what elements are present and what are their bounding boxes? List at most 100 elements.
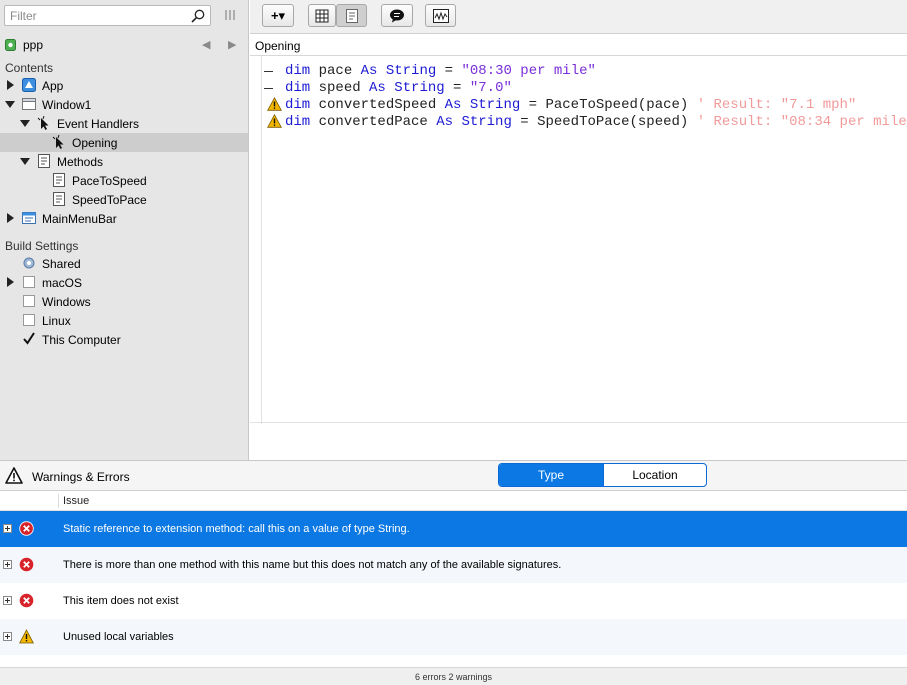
code-identifier: speed bbox=[310, 80, 370, 96]
issue-row[interactable]: Unused local variables bbox=[0, 619, 907, 655]
build-item-shared[interactable]: Shared bbox=[0, 254, 248, 273]
build-item-label: Windows bbox=[42, 295, 91, 309]
comment-button[interactable] bbox=[381, 4, 413, 27]
segment-type[interactable]: Type bbox=[499, 464, 603, 486]
issue-text: There is more than one method with this … bbox=[63, 559, 562, 571]
build-item-label: Shared bbox=[42, 257, 81, 271]
expand-plus-icon[interactable] bbox=[3, 632, 12, 641]
code-keyword: dim bbox=[285, 97, 311, 113]
project-icon bbox=[5, 39, 16, 51]
issue-text: This item does not exist bbox=[63, 595, 179, 607]
code-string: "08:30 per mile" bbox=[461, 63, 596, 79]
checkbox-unchecked-icon[interactable] bbox=[22, 294, 36, 308]
waveform-icon bbox=[432, 8, 449, 23]
status-bar: 6 errors 2 warnings bbox=[0, 667, 907, 685]
issue-row[interactable]: There is more than one method with this … bbox=[0, 547, 907, 583]
issue-text: Static reference to extension method: ca… bbox=[63, 523, 410, 535]
expand-plus-icon[interactable] bbox=[3, 524, 12, 533]
code-line-2[interactable]: dim speed As String = "7.0" bbox=[262, 80, 512, 97]
code-line-3[interactable]: dim convertedSpeed As String = PaceToSpe… bbox=[262, 97, 856, 114]
disclosure-down-icon[interactable] bbox=[20, 118, 30, 128]
back-arrow-icon[interactable]: ◀ bbox=[202, 38, 210, 51]
disclosure-right-icon[interactable] bbox=[5, 277, 15, 287]
disclosure-down-icon[interactable] bbox=[5, 99, 15, 109]
project-navigator: ppp ◀ ▶ Contents App Window1 Event Handl… bbox=[0, 0, 249, 460]
warning-icon[interactable] bbox=[267, 97, 282, 111]
issue-row[interactable]: This item does not exist bbox=[0, 583, 907, 619]
code-keyword: dim bbox=[285, 114, 311, 130]
code-keyword: As String bbox=[444, 97, 521, 113]
nav-item-window1[interactable]: Window1 bbox=[0, 95, 248, 114]
disclosure-down-icon[interactable] bbox=[20, 156, 30, 166]
build-item-macos[interactable]: macOS bbox=[0, 273, 248, 292]
editor-toolbar: +▾ bbox=[250, 0, 907, 34]
code-identifier: convertedPace bbox=[310, 114, 437, 130]
nav-item-label: Methods bbox=[57, 155, 104, 169]
forward-arrow-icon[interactable]: ▶ bbox=[228, 38, 236, 51]
issue-row[interactable]: Static reference to extension method: ca… bbox=[0, 511, 907, 547]
filter-field[interactable] bbox=[4, 5, 211, 26]
build-settings-section-title: Build Settings bbox=[5, 239, 79, 253]
layout-view-button[interactable] bbox=[308, 4, 336, 27]
code-keyword: As String bbox=[436, 114, 512, 130]
code-text: = bbox=[436, 63, 462, 79]
line-marker bbox=[264, 71, 273, 72]
grid-icon bbox=[315, 9, 329, 22]
code-keyword: As String bbox=[369, 80, 445, 96]
nav-item-app[interactable]: App bbox=[0, 76, 248, 95]
column-issue[interactable]: Issue bbox=[63, 495, 89, 507]
warnings-panel-header: Warnings & Errors Type Location bbox=[0, 460, 907, 491]
nav-item-event-handlers[interactable]: Event Handlers bbox=[0, 114, 248, 133]
code-comment: ' Result: "7.1 mph" bbox=[696, 97, 857, 113]
checkbox-unchecked-icon[interactable] bbox=[22, 275, 36, 289]
filter-input[interactable] bbox=[10, 7, 185, 24]
checkmark-icon[interactable] bbox=[22, 332, 36, 346]
profiler-button[interactable] bbox=[425, 4, 456, 27]
expand-plus-icon[interactable] bbox=[3, 596, 12, 605]
nav-item-mainmenubar[interactable]: MainMenuBar bbox=[0, 209, 248, 228]
code-identifier: convertedSpeed bbox=[310, 97, 445, 113]
nav-item-speedtopace[interactable]: SpeedToPace bbox=[0, 190, 248, 209]
code-view-icon bbox=[345, 8, 358, 23]
event-handler-icon bbox=[37, 116, 49, 130]
add-item-button[interactable]: +▾ bbox=[262, 4, 294, 27]
build-item-label: macOS bbox=[42, 276, 83, 290]
nav-item-label: SpeedToPace bbox=[72, 193, 147, 207]
search-icon[interactable] bbox=[191, 9, 205, 23]
issue-text: Unused local variables bbox=[63, 631, 174, 643]
build-item-label: This Computer bbox=[42, 333, 121, 347]
code-comment: ' Result: "08:34 per mile" bbox=[696, 114, 907, 130]
code-line-4[interactable]: dim convertedPace As String = SpeedToPac… bbox=[262, 114, 907, 131]
code-keyword: dim bbox=[285, 63, 311, 79]
alert-triangle-icon bbox=[5, 467, 23, 484]
columns-icon[interactable] bbox=[224, 8, 236, 22]
checkbox-unchecked-icon[interactable] bbox=[22, 313, 36, 327]
nav-item-label: App bbox=[42, 79, 64, 93]
nav-item-pacetospeed[interactable]: PaceToSpeed bbox=[0, 171, 248, 190]
issues-column-header: Issue bbox=[0, 491, 907, 511]
warning-icon[interactable] bbox=[267, 114, 282, 128]
error-icon bbox=[19, 557, 34, 572]
build-item-this-computer[interactable]: This Computer bbox=[0, 330, 248, 349]
code-line-1[interactable]: dim pace As String = "08:30 per mile" bbox=[262, 63, 596, 80]
nav-item-label: Opening bbox=[72, 136, 118, 150]
project-row[interactable]: ppp ◀ ▶ bbox=[0, 34, 248, 56]
build-item-linux[interactable]: Linux bbox=[0, 311, 248, 330]
nav-item-methods[interactable]: Methods bbox=[0, 152, 248, 171]
code-keyword: dim bbox=[285, 80, 311, 96]
disclosure-right-icon[interactable] bbox=[5, 80, 15, 90]
nav-item-opening[interactable]: Opening bbox=[0, 133, 248, 152]
editor-bottom-divider bbox=[250, 422, 907, 423]
warnings-panel-title: Warnings & Errors bbox=[32, 470, 130, 484]
editor-gutter bbox=[250, 56, 262, 424]
add-item-label: +▾ bbox=[270, 8, 286, 23]
build-item-label: Linux bbox=[42, 314, 71, 328]
nav-item-label: MainMenuBar bbox=[42, 212, 117, 226]
disclosure-right-icon[interactable] bbox=[5, 213, 15, 223]
column-separator[interactable] bbox=[58, 494, 59, 508]
code-view-button[interactable] bbox=[336, 4, 367, 27]
editor-tab-title: Opening bbox=[255, 39, 301, 53]
expand-plus-icon[interactable] bbox=[3, 560, 12, 569]
build-item-windows[interactable]: Windows bbox=[0, 292, 248, 311]
segment-location[interactable]: Location bbox=[603, 464, 706, 486]
